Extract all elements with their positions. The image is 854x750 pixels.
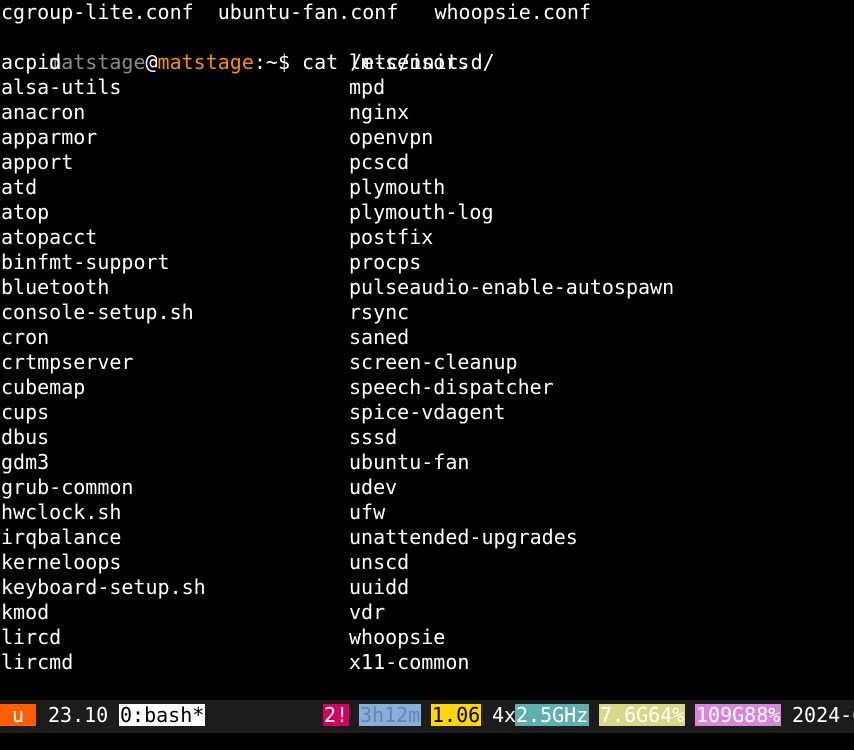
listing-entry-right: spice-vdagent — [349, 400, 506, 424]
listing-row: bluetooth pulseaudio-enable-autospawn — [1, 275, 851, 300]
listing-entry-right: uuidd — [349, 575, 410, 599]
listing-row: cubemap speech-dispatcher — [1, 375, 851, 400]
listing-entry-right: x11-common — [349, 650, 470, 674]
listing-entry-right: whoopsie — [349, 625, 446, 649]
listing-row: alsa-utils mpd — [1, 75, 851, 100]
listing-row: dbus sssd — [1, 425, 851, 450]
listing-entry-left: anacron — [1, 100, 86, 124]
previous-output-line: cgroup-lite.conf ubuntu-fan.conf whoopsi… — [1, 0, 592, 24]
listing-entry-left: acpid — [1, 50, 62, 74]
listing-entry-right: pulseaudio-enable-autospawn — [349, 275, 675, 299]
listing-entry-right: mpd — [349, 75, 386, 99]
cpu-count-label: 4x — [492, 703, 517, 727]
listing-entry-right: vdr — [349, 600, 386, 624]
listing-row: atd plymouth — [1, 175, 851, 200]
listing-row: lircmd x11-common — [1, 650, 851, 675]
listing-entry-left: apport — [1, 150, 74, 174]
listing-entry-left: keyboard-setup.sh — [1, 575, 206, 599]
listing-row: kmod vdr — [1, 600, 851, 625]
listing-row: anacron nginx — [1, 100, 851, 125]
terminal-output[interactable]: cgroup-lite.conf ubuntu-fan.conf whoopsi… — [0, 0, 854, 724]
listing-entry-right: openvpn — [349, 125, 434, 149]
uptime-badge: 3h12m — [359, 703, 422, 727]
listing-entry-right: plymouth-log — [349, 200, 494, 224]
listing-row: console-setup.sh rsync — [1, 300, 851, 325]
listing-entry-right: lm-sensors — [349, 50, 470, 74]
listing-entry-left: gdm3 — [1, 450, 50, 474]
listing-entry-right: sssd — [349, 425, 398, 449]
window-tab-bash[interactable]: 0:bash* — [119, 704, 206, 726]
listing-entry-left: bluetooth — [1, 275, 110, 299]
listing-entry-left: kerneloops — [1, 550, 122, 574]
listing-row: cron saned — [1, 325, 851, 350]
listing-entry-right: screen-cleanup — [349, 350, 518, 374]
listing-entry-left: alsa-utils — [1, 75, 122, 99]
listing-entry-right: speech-dispatcher — [349, 375, 554, 399]
listing-row: lircd whoopsie — [1, 625, 851, 650]
listing-row: keyboard-setup.sh uuidd — [1, 575, 851, 600]
listing-entry-right: nginx — [349, 100, 410, 124]
listing-entry-right: plymouth — [349, 175, 446, 199]
listing-entry-right: udev — [349, 475, 398, 499]
listing-entry-right: saned — [349, 325, 410, 349]
listing-row: cups spice-vdagent — [1, 400, 851, 425]
listing-entry-right: pcscd — [349, 150, 410, 174]
listing-entry-left: kmod — [1, 600, 50, 624]
listing-row: hwclock.sh ufw — [1, 500, 851, 525]
listing-row: grub-common udev — [1, 475, 851, 500]
listing-entry-left: lircmd — [1, 650, 74, 674]
listing-entry-left: dbus — [1, 425, 50, 449]
status-bar: u 23.10 0:bash* 2! 3h12m 1.06 4x 2.5GHz … — [0, 700, 854, 733]
listing-row: irqbalance unattended-upgrades — [1, 525, 851, 550]
listing-entry-left: crtmpserver — [1, 350, 134, 374]
listing-entry-left: cups — [1, 400, 50, 424]
cpu-freq-badge: 2.5GHz — [515, 703, 590, 727]
load-badge: 1.06 — [431, 703, 482, 727]
listing-row: atop plymouth-log — [1, 200, 851, 225]
listing-entry-left: cron — [1, 325, 50, 349]
listing-row: gdm3 ubuntu-fan — [1, 450, 851, 475]
date-label: 2024-0 — [792, 703, 854, 727]
listing-entry-left: grub-common — [1, 475, 134, 499]
listing-row: binfmt-support procps — [1, 250, 851, 275]
disk-badge: 109G88% — [695, 703, 782, 727]
listing-entry-left: console-setup.sh — [1, 300, 194, 324]
version-label: 23.10 — [48, 703, 109, 727]
listing-row: kerneloops unscd — [1, 550, 851, 575]
listing-entry-right: ufw — [349, 500, 386, 524]
listing-entry-left: atop — [1, 200, 50, 224]
listing-row: crtmpserver screen-cleanup — [1, 350, 851, 375]
listing-entry-left: irqbalance — [1, 525, 122, 549]
listing-entry-right: rsync — [349, 300, 410, 324]
listing-entry-left: hwclock.sh — [1, 500, 122, 524]
listing-row: apport pcscd — [1, 150, 851, 175]
prompt-line: matstage@matstage:~$ cat /etc/init.d/ — [1, 25, 495, 74]
listing-entry-right: unscd — [349, 550, 410, 574]
listing-entry-left: lircd — [1, 625, 62, 649]
listing-entry-right: procps — [349, 250, 422, 274]
listing-row: atopacct postfix — [1, 225, 851, 250]
listing-entry-left: cubemap — [1, 375, 86, 399]
memory-badge: 7.6G64% — [599, 703, 686, 727]
listing-row: acpid lm-sensors — [1, 50, 851, 75]
active-prompt-line[interactable]: matstage@matstage:~$ cat /etc/init.d/ — [1, 675, 506, 724]
listing-entry-left: atd — [1, 175, 38, 199]
listing-entry-right: postfix — [349, 225, 434, 249]
listing-entry-left: apparmor — [1, 125, 98, 149]
alert-badge: 2! — [323, 703, 350, 727]
session-badge[interactable]: u — [0, 704, 36, 726]
listing-entry-right: unattended-upgrades — [349, 525, 578, 549]
listing-row: apparmor openvpn — [1, 125, 851, 150]
listing-entry-right: ubuntu-fan — [349, 450, 470, 474]
listing-entry-left: binfmt-support — [1, 250, 170, 274]
listing-entry-left: atopacct — [1, 225, 98, 249]
